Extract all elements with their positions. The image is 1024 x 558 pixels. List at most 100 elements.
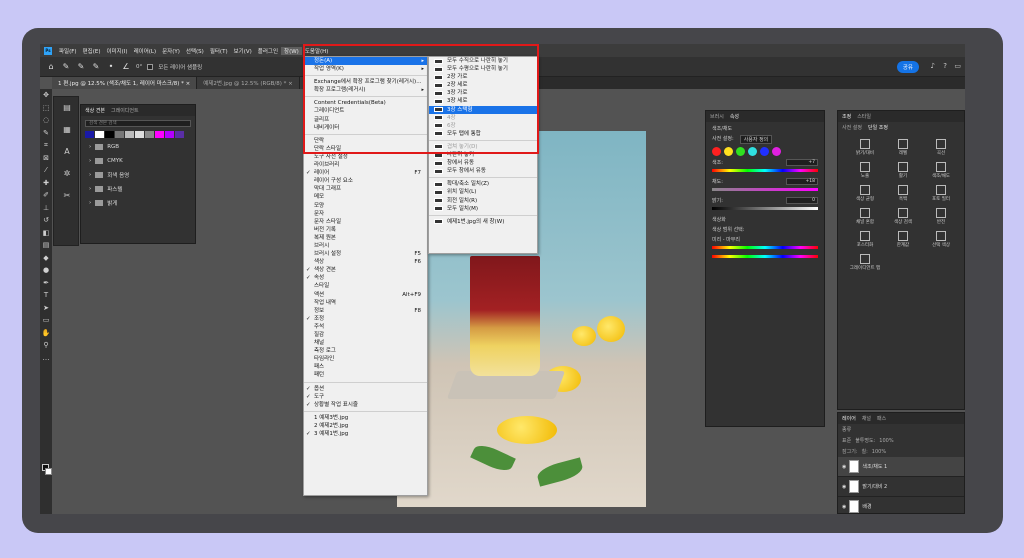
menu-item[interactable]: ✓ 옵션 xyxy=(304,385,427,393)
swatch-chip[interactable] xyxy=(95,131,104,138)
menu-item[interactable]: 문자 스타일 xyxy=(304,218,427,226)
swatch-folder[interactable]: › 파스텔 xyxy=(81,182,195,196)
marquee-tool-icon[interactable]: ⬚ xyxy=(40,102,52,115)
menu-item[interactable]: 복제 원본 xyxy=(304,234,427,242)
menu-item[interactable]: 브러시 설정 F5 xyxy=(304,250,427,258)
workspace-icon[interactable]: ▭ xyxy=(954,62,961,70)
adjustment-item[interactable]: 반전 xyxy=(924,208,958,225)
tab-single-adjust[interactable]: 단일 조정 xyxy=(868,124,888,131)
swatch-chip[interactable] xyxy=(105,131,114,138)
pen-tool-icon[interactable]: ✒ xyxy=(40,277,52,290)
tab-paths[interactable]: 패스 xyxy=(877,415,886,422)
color-range-dot[interactable] xyxy=(736,147,745,156)
share-button[interactable]: 공유 xyxy=(896,61,919,73)
menu-item[interactable]: 회전 일치(R) xyxy=(429,197,537,205)
menu-item[interactable]: 파일(F) xyxy=(56,47,80,55)
menu-item[interactable]: 주석 xyxy=(304,323,427,331)
menu-item[interactable]: 정보 F8 xyxy=(304,307,427,315)
quick-select-tool-icon[interactable]: ✎ xyxy=(40,127,52,140)
tab-document-1[interactable]: 1 편.jpg @ 12.5% (색조/채도 1, 레이어 마스크/8) * × xyxy=(52,77,198,89)
swatches-panel-icon[interactable]: ▦ xyxy=(54,119,80,141)
menu-item[interactable]: 선택(S) xyxy=(183,47,207,55)
eye-icon[interactable]: ◉ xyxy=(842,504,846,510)
swatch-search-input[interactable]: 검색 견본 검색 xyxy=(85,120,191,127)
clone-source-icon[interactable]: ✲ xyxy=(54,163,80,185)
menu-item[interactable]: 채널 xyxy=(304,339,427,347)
menu-item[interactable]: 레이어 구성 요소 xyxy=(304,177,427,185)
tab-navigator[interactable]: 그레이디언트 xyxy=(111,107,139,114)
menu-item[interactable]: 문자 xyxy=(304,210,427,218)
shape-tool-icon[interactable]: ▭ xyxy=(40,314,52,327)
background-color[interactable] xyxy=(45,468,52,475)
swatch-folder[interactable]: › 밝게 xyxy=(81,196,195,210)
menu-item[interactable]: 도구 사전 설정 xyxy=(304,153,427,161)
menu-item[interactable]: 확대/축소 일치(Z) xyxy=(429,180,537,188)
menu-item[interactable]: 질감 xyxy=(304,331,427,339)
move-tool-icon[interactable]: ✥ xyxy=(40,89,52,102)
swatch-chip[interactable] xyxy=(175,131,184,138)
color-range-dot[interactable] xyxy=(760,147,769,156)
menu-item[interactable]: 색상 F6 xyxy=(304,258,427,266)
menu-item[interactable]: ✓ 상황별 작업 표시줄 xyxy=(304,401,427,409)
adjustment-item[interactable]: 색상 검색 xyxy=(886,208,920,225)
menu-item[interactable]: 패스 xyxy=(304,363,427,371)
color-range-dot[interactable] xyxy=(724,147,733,156)
quick-select-icon[interactable]: ✎ xyxy=(61,62,71,72)
menu-item[interactable]: ✓ 도구 xyxy=(304,393,427,401)
menu-item[interactable]: 2 예제2번.jpg xyxy=(304,422,427,430)
menu-item[interactable]: 1 예제3번.jpg xyxy=(304,414,427,422)
preset-select[interactable]: 사용자 정의 xyxy=(739,135,773,144)
home-icon[interactable]: ⌂ xyxy=(46,62,56,72)
dodge-tool-icon[interactable]: ● xyxy=(40,264,52,277)
zoom-tool-icon[interactable]: ⚲ xyxy=(40,339,52,352)
menu-item[interactable]: ✓ 조정 xyxy=(304,315,427,323)
menu-item[interactable]: 창(W) xyxy=(281,46,302,55)
menu-item[interactable]: 모두 창에서 유동 xyxy=(429,167,537,175)
swatch-chip[interactable] xyxy=(135,131,144,138)
layer-row[interactable]: ◉ 밝기/대비 2 xyxy=(838,477,964,497)
swatch-chip[interactable] xyxy=(85,131,94,138)
adjustment-item[interactable]: 노출 xyxy=(848,162,882,179)
swatch-chip[interactable] xyxy=(145,131,154,138)
menu-item[interactable]: 창에서 유동 xyxy=(429,159,537,167)
swatch-folder[interactable]: › 회색 음영 xyxy=(81,168,195,182)
menu-item[interactable]: 메모 xyxy=(304,193,427,201)
adjustment-item[interactable]: 색조/채도 xyxy=(924,162,958,179)
menu-item[interactable]: 타임라인 xyxy=(304,355,427,363)
menu-item[interactable]: 작업 내역 xyxy=(304,299,427,307)
hue-value[interactable]: +7 xyxy=(786,159,818,166)
saturation-slider[interactable] xyxy=(712,188,818,191)
menu-item[interactable]: 레이어(L) xyxy=(131,47,160,55)
menu-item[interactable]: 막대 그래프 xyxy=(304,185,427,193)
menu-item[interactable]: 스타일 xyxy=(304,282,427,290)
tab-layers[interactable]: 레이어 xyxy=(842,415,856,422)
color-range-dot[interactable] xyxy=(748,147,757,156)
color-range-dot[interactable] xyxy=(712,147,721,156)
opacity-value[interactable]: 100% xyxy=(879,438,893,444)
tab-properties[interactable]: 속성 xyxy=(730,113,739,120)
menu-item[interactable]: 측정 로그 xyxy=(304,347,427,355)
menu-item[interactable]: ✓ 색상 견본 xyxy=(304,266,427,274)
eraser-tool-icon[interactable]: ◧ xyxy=(40,227,52,240)
fill-value[interactable]: 100% xyxy=(872,449,886,455)
menu-item[interactable]: 버전 기록 xyxy=(304,226,427,234)
saturation-value[interactable]: +18 xyxy=(786,178,818,185)
adjustment-item[interactable]: 그레이디언트 맵 xyxy=(848,254,882,271)
swatch-folder[interactable]: › RGB xyxy=(81,140,195,154)
menu-item[interactable]: 필터(T) xyxy=(207,47,231,55)
gradient-tool-icon[interactable]: ▤ xyxy=(40,239,52,252)
brush-tool-icon[interactable]: ✐ xyxy=(40,189,52,202)
path-select-icon[interactable]: ➤ xyxy=(40,302,52,315)
menu-item[interactable]: 플러그인 xyxy=(255,47,281,55)
adjustment-item[interactable]: 포토 필터 xyxy=(924,185,958,202)
layer-row[interactable]: ◉ 색조/채도 1 xyxy=(838,457,964,477)
layer-kind-select[interactable]: 종류 xyxy=(842,426,851,433)
swatch-chip[interactable] xyxy=(115,131,124,138)
menu-item[interactable]: ✓ 레이어 F7 xyxy=(304,169,427,177)
menu-item[interactable]: 액션 Alt+F9 xyxy=(304,291,427,299)
eye-icon[interactable]: ◉ xyxy=(842,484,846,490)
menu-item[interactable]: 보기(V) xyxy=(231,47,255,55)
character-panel-icon[interactable]: A xyxy=(54,141,80,163)
bell-icon[interactable]: ♪ xyxy=(931,62,935,70)
menu-item[interactable]: 브러시 xyxy=(304,242,427,250)
